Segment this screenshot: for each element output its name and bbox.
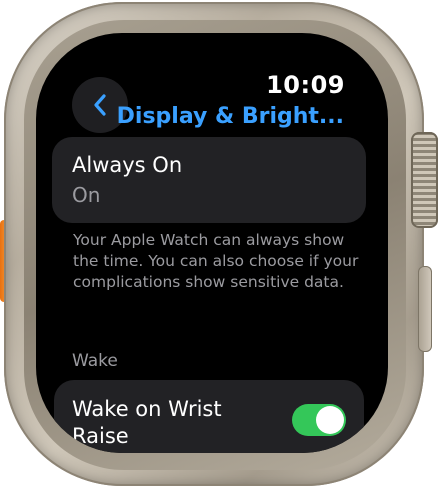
watch-device: 10:09 Display & Bright... Always On On Y… xyxy=(0,0,442,490)
chevron-left-icon xyxy=(94,94,106,116)
wake-on-wrist-raise-toggle[interactable] xyxy=(292,404,346,436)
wake-on-wrist-raise-cell[interactable]: Wake on Wrist Raise xyxy=(54,380,364,453)
wake-section-header: Wake xyxy=(72,351,118,371)
page-title: Display & Bright... xyxy=(116,104,344,129)
always-on-cell[interactable]: Always On On xyxy=(52,137,366,223)
always-on-footnote: Your Apple Watch can always show the tim… xyxy=(73,231,359,291)
always-on-value: On xyxy=(72,183,101,207)
watch-screen: 10:09 Display & Bright... Always On On Y… xyxy=(36,33,388,453)
toggle-knob xyxy=(316,406,344,434)
side-button[interactable] xyxy=(418,266,432,352)
status-time: 10:09 xyxy=(266,71,345,99)
wake-on-wrist-raise-label: Wake on Wrist Raise xyxy=(72,397,222,448)
always-on-title: Always On xyxy=(72,153,183,177)
digital-crown[interactable] xyxy=(411,132,438,228)
